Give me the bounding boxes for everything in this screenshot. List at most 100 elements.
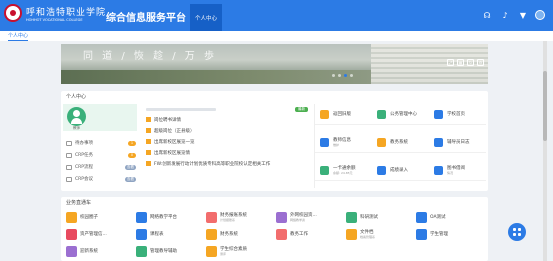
news-item[interactable]: FW:创新发展行动计划优质专科高等职业院校认定相关工作: [146, 158, 308, 169]
volume-icon[interactable]: ♪: [499, 9, 511, 21]
quick-link[interactable]: 文件档 档案管理系: [346, 226, 416, 242]
expand-icon[interactable]: ⤢: [447, 59, 454, 66]
app-shortcut[interactable]: 辅导员日志: [429, 132, 486, 153]
quick-link[interactable]: 财务报账系统 计划报账系: [206, 209, 276, 225]
top-navbar: 呼和浩特职业学院 HOHHOT VOCATIONAL COLLEGE 综合信息服…: [0, 0, 553, 31]
carousel-dot[interactable]: [350, 74, 353, 77]
quick-link[interactable]: 教务工作: [276, 226, 346, 242]
library-icon: [434, 165, 443, 175]
quick-link[interactable]: 外网校园资... 网络教学资: [276, 209, 346, 225]
carousel-dot-active[interactable]: [344, 74, 347, 77]
quick-link[interactable]: 学生管理: [416, 226, 486, 242]
logo-chinese-name: 呼和浩特职业学院: [26, 7, 107, 18]
count-badge: 查看: [125, 176, 136, 182]
asset-icon: [66, 228, 77, 240]
quick-link[interactable]: 校园圈子: [66, 209, 136, 225]
app-text: 教师信息 维护: [333, 138, 351, 147]
quick-label: 迎新系统: [80, 248, 98, 254]
quick-label: 课程表: [150, 231, 164, 237]
college-logo[interactable]: 呼和浩特职业学院 HOHHOT VOCATIONAL COLLEGE: [4, 4, 106, 22]
carousel-dot[interactable]: [338, 74, 341, 77]
list-icon: [66, 152, 72, 158]
news-bullet-icon: [146, 161, 151, 166]
quick-label: 资产管理信...: [80, 231, 107, 237]
app-text: 辅导员日志: [447, 140, 470, 145]
scrollbar-thumb[interactable]: [543, 71, 547, 141]
quick-label: 科研测试: [360, 214, 378, 220]
avatar[interactable]: [535, 10, 545, 20]
app-label: 辅导员日志: [447, 139, 470, 145]
quick-link[interactable]: 迎新系统: [66, 243, 136, 259]
user-avatar-icon: [67, 107, 86, 126]
app-text: 成绩录入: [390, 168, 408, 173]
welcome-icon: [66, 245, 77, 257]
headset-icon[interactable]: ☊: [481, 9, 493, 21]
news-item[interactable]: 岗位聘书详情: [146, 114, 308, 125]
news-item[interactable]: 超级岗位（正县级）: [146, 125, 308, 136]
quick-link[interactable]: OA测试: [416, 209, 486, 225]
stat-label: CRP任务: [75, 153, 93, 158]
quick-text: OA测试: [430, 215, 446, 220]
app-shortcut[interactable]: 成绩录入: [372, 160, 429, 181]
quick-link[interactable]: 资产管理信...: [66, 226, 136, 242]
quick-text: 外网校园资... 网络教学资: [290, 213, 317, 222]
app-label: 公务管理中心: [390, 111, 417, 117]
carousel-dot[interactable]: [332, 74, 335, 77]
page-scrollbar[interactable]: [543, 41, 547, 261]
stat-row[interactable]: 待办事项 1: [66, 137, 138, 149]
news-bullet-icon: [146, 150, 151, 155]
app-shortcut[interactable]: 公务管理中心: [372, 104, 429, 125]
campus-banner: 同 道 / 恢 趁 / 万 歩 ⤢ ▦ ↻ ⚙: [61, 44, 488, 84]
quality-icon: [206, 245, 217, 257]
news-tag: 最新: [295, 106, 308, 112]
carousel-dots[interactable]: [332, 74, 353, 77]
stat-row[interactable]: CRP流程 查看: [66, 161, 138, 173]
platform-title: 综合信息服务平台: [106, 13, 186, 24]
stat-row[interactable]: CRP会议 查看: [66, 173, 138, 185]
quick-sublabel: 档案管理系: [360, 234, 376, 239]
edit-icon: [377, 165, 386, 175]
app-label: 教务系统: [390, 139, 408, 145]
quick-label: 学生综合素质: [220, 246, 247, 252]
app-label: 返回旧版: [333, 111, 351, 117]
stat-label: CRP会议: [75, 177, 93, 182]
refresh-icon[interactable]: ↻: [467, 59, 474, 66]
app-shortcut[interactable]: 图书借阅 情况: [429, 160, 486, 181]
quick-link[interactable]: 学生综合素质 测评: [206, 243, 276, 259]
tab-personal-center[interactable]: 个人中心: [190, 4, 222, 31]
news-bullet-icon: [146, 128, 151, 133]
settings-icon[interactable]: ⚙: [477, 59, 484, 66]
app-menu-button[interactable]: [508, 223, 526, 241]
breadcrumb[interactable]: 个人中心: [8, 32, 29, 41]
app-text: 学校首页: [447, 112, 465, 117]
quick-link[interactable]: 网络教学平台: [136, 209, 206, 225]
list-icon: [66, 176, 72, 182]
quick-link[interactable]: 管理教导辅助: [136, 243, 206, 259]
calendar-icon: [136, 228, 147, 240]
news-item[interactable]: 出席新校区展览情: [146, 147, 308, 158]
news-item[interactable]: 出席新校区展览一览: [146, 136, 308, 147]
stat-label: 待办事项: [75, 141, 93, 146]
quick-label: 财务报账系统: [220, 212, 247, 218]
app-label: 图书借阅: [447, 165, 465, 171]
app-shortcut[interactable]: 返回旧版: [315, 104, 372, 125]
tshirt-icon[interactable]: ▼: [517, 9, 529, 21]
user-card[interactable]: 教师: [63, 104, 137, 131]
app-shortcut[interactable]: 教务系统: [372, 132, 429, 153]
quick-text: 学生管理: [430, 232, 448, 237]
stat-row[interactable]: CRP任务 0: [66, 149, 138, 161]
quick-sublabel: 网络教学资: [290, 217, 306, 222]
grid-icon[interactable]: ▦: [457, 59, 464, 66]
quick-text: 网络教学平台: [150, 215, 177, 220]
breadcrumb-bar: 个人中心: [0, 31, 553, 41]
student-icon: [416, 228, 427, 240]
quick-link[interactable]: 科研测试: [346, 209, 416, 225]
app-shortcut[interactable]: 一卡通余额 余额: 24.85元: [315, 160, 372, 181]
quick-link[interactable]: 课程表: [136, 226, 206, 242]
app-shortcut[interactable]: 教师信息 维护: [315, 132, 372, 153]
quick-link[interactable]: 财务系统: [206, 226, 276, 242]
quick-label: 外网校园资...: [290, 212, 317, 218]
app-shortcut[interactable]: 学校首页: [429, 104, 486, 125]
book-icon: [377, 137, 386, 147]
book-icon: [276, 228, 287, 240]
